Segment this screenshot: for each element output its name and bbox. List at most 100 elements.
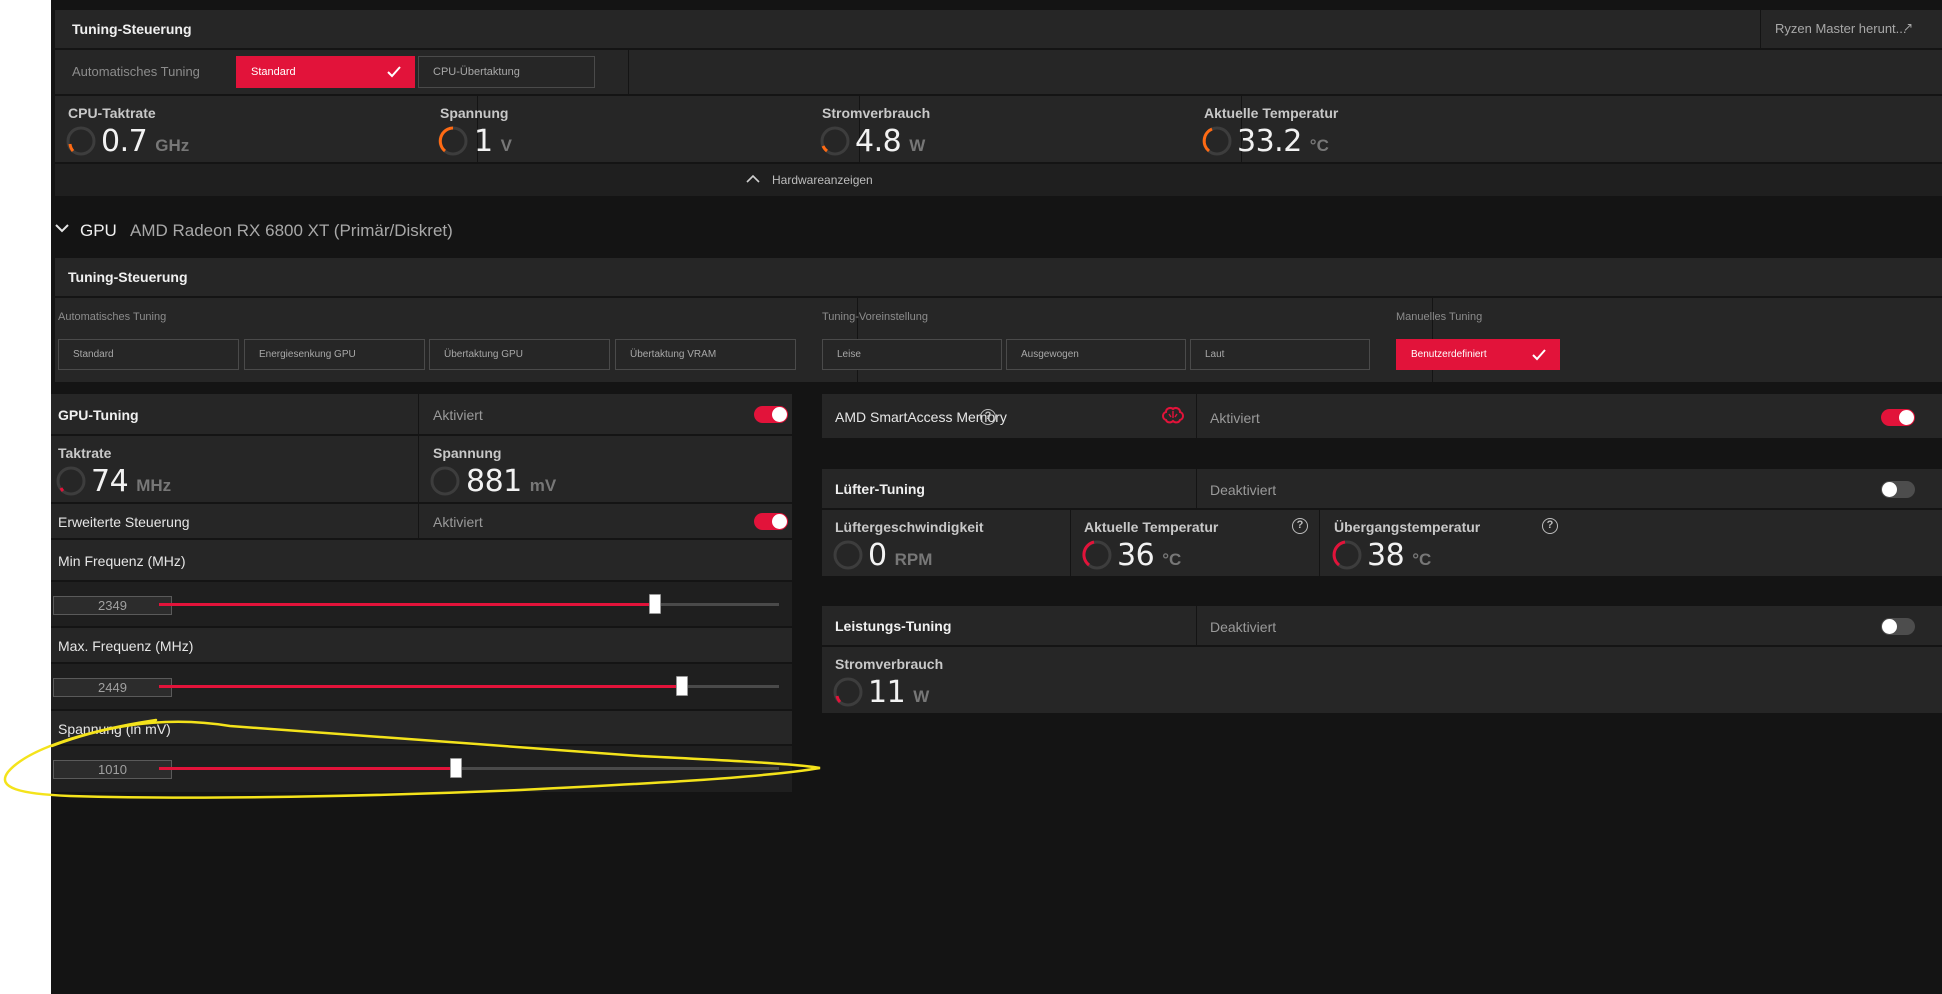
hardware-display-label: Hardwareanzeigen — [772, 173, 873, 187]
help-icon[interactable]: ? — [980, 409, 996, 425]
voltage-slider[interactable] — [159, 758, 779, 778]
gpu-temp-value: 36 °C — [1117, 538, 1181, 573]
preset-loud-button[interactable]: Laut — [1190, 339, 1370, 370]
junction-temp-unit: °C — [1412, 550, 1432, 569]
gpu-standard-label: Standard — [73, 349, 114, 360]
gpu-power-value: 11 W — [868, 675, 929, 710]
cpu-overclock-button[interactable]: CPU-Übertaktung — [418, 56, 595, 88]
cpu-tuning-title: Tuning-Steuerung — [72, 21, 192, 37]
advanced-control-status: Aktiviert — [433, 514, 483, 530]
min-frequency-input[interactable]: 2349 — [53, 596, 172, 615]
gpu-temp-number: 36 — [1117, 538, 1155, 573]
cpu-voltage-label: Spannung — [440, 105, 509, 121]
gpu-tuning-header: Tuning-Steuerung — [55, 258, 1942, 296]
slider-thumb[interactable] — [649, 594, 661, 614]
cpu-metrics-row — [55, 96, 1942, 162]
cpu-voltage-value: 1 V — [474, 124, 512, 159]
power-metrics-row: Stromverbrauch 11 W — [822, 647, 1942, 713]
gpu-voltage-unit: mV — [529, 476, 557, 495]
radeon-software-window: Tuning-Steuerung Ryzen Master herunt... … — [51, 0, 1942, 994]
ryzen-master-download-link[interactable]: Ryzen Master herunt... ↗ — [1761, 10, 1942, 48]
gpu-tuning-title: Tuning-Steuerung — [68, 269, 188, 285]
cpu-power-unit: W — [909, 136, 926, 155]
divider — [1196, 469, 1197, 508]
cpu-standard-button[interactable]: Standard — [236, 56, 415, 88]
min-frequency-label-row: Min Frequenz (MHz) — [51, 540, 792, 580]
toggle-knob — [1899, 410, 1914, 425]
max-frequency-input[interactable]: 2449 — [53, 678, 172, 697]
cpu-voltage-number: 1 — [474, 124, 493, 159]
gpu-overclock-button[interactable]: Übertaktung GPU — [429, 339, 610, 370]
gauge-icon — [833, 677, 863, 707]
divider — [1070, 510, 1071, 576]
preset-loud-label: Laut — [1205, 349, 1225, 360]
toggle-knob — [1882, 619, 1897, 634]
help-icon[interactable]: ? — [1542, 518, 1558, 534]
power-tuning-toggle[interactable] — [1881, 618, 1915, 635]
checkmark-icon — [387, 66, 401, 78]
power-tuning-title: Leistungs-Tuning — [835, 618, 952, 634]
advanced-control-toggle[interactable] — [754, 513, 788, 530]
fan-speed-number: 0 — [868, 538, 887, 573]
cpu-temp-unit: °C — [1309, 136, 1329, 155]
gpu-voltage-value: 881 mV — [466, 464, 556, 499]
max-frequency-label-row: Max. Frequenz (MHz) — [51, 628, 792, 662]
fan-tuning-toggle[interactable] — [1881, 481, 1915, 498]
preset-quiet-button[interactable]: Leise — [822, 339, 1002, 370]
ryzen-master-link-label: Ryzen Master herunt... — [1775, 21, 1907, 36]
divider — [418, 436, 419, 502]
smart-access-memory-toggle[interactable] — [1881, 409, 1915, 426]
gpu-tuning-status: Aktiviert — [433, 407, 483, 423]
brain-icon — [1162, 407, 1184, 424]
min-frequency-slider-row: 2349 — [51, 582, 792, 626]
cpu-power-number: 4.8 — [855, 124, 902, 159]
cpu-temp-label: Aktuelle Temperatur — [1204, 105, 1339, 121]
gauge-icon — [66, 126, 96, 156]
cpu-auto-tuning-row: Automatisches Tuning Standard CPU-Überta… — [55, 50, 1942, 94]
gpu-clock-value: 74 MHz — [91, 464, 171, 499]
tuning-preset-label: Tuning-Voreinstellung — [822, 311, 928, 323]
gauge-icon — [833, 540, 863, 570]
slider-thumb[interactable] — [450, 758, 462, 778]
gpu-section-header[interactable]: GPU AMD Radeon RX 6800 XT (Primär/Diskre… — [55, 212, 655, 248]
fan-tuning-title: Lüfter-Tuning — [835, 481, 925, 497]
cpu-power-value: 4.8 W — [855, 124, 925, 159]
gpu-standard-button[interactable]: Standard — [58, 339, 239, 370]
toggle-knob — [772, 407, 787, 422]
manual-tuning-label: Manuelles Tuning — [1396, 311, 1483, 323]
max-frequency-slider[interactable] — [159, 676, 779, 696]
gauge-icon — [1202, 126, 1232, 156]
gpu-tuning-label: GPU-Tuning — [58, 407, 139, 423]
voltage-input[interactable]: 1010 — [53, 760, 172, 779]
vram-overclock-button[interactable]: Übertaktung VRAM — [615, 339, 796, 370]
gpu-overclock-label: Übertaktung GPU — [444, 349, 523, 360]
preset-quiet-label: Leise — [837, 349, 861, 360]
cpu-standard-label: Standard — [251, 66, 296, 78]
gpu-power-number: 11 — [868, 675, 906, 710]
cpu-clock-unit: GHz — [155, 136, 190, 155]
fan-tuning-status: Deaktiviert — [1210, 482, 1277, 498]
preset-balanced-label: Ausgewogen — [1021, 349, 1079, 360]
divider — [1196, 606, 1197, 645]
gpu-power-save-button[interactable]: Energiesenkung GPU — [244, 339, 425, 370]
cpu-power-label: Stromverbrauch — [822, 105, 931, 121]
slider-fill — [159, 685, 682, 688]
preset-balanced-button[interactable]: Ausgewogen — [1006, 339, 1186, 370]
gpu-voltage-label: Spannung — [433, 445, 502, 461]
gpu-tuning-toggle[interactable] — [754, 406, 788, 423]
checkmark-icon — [1532, 349, 1546, 361]
slider-thumb[interactable] — [676, 676, 688, 696]
custom-tuning-button[interactable]: Benutzerdefiniert — [1396, 339, 1560, 370]
cpu-auto-tuning-label: Automatisches Tuning — [72, 64, 200, 79]
voltage-slider-label: Spannung (in mV) — [58, 721, 171, 737]
help-icon[interactable]: ? — [1292, 518, 1308, 534]
hardware-display-toggle[interactable]: Hardwareanzeigen — [55, 164, 1942, 196]
gpu-power-label: Stromverbrauch — [835, 656, 944, 672]
cpu-clock-number: 0.7 — [101, 124, 148, 159]
gauge-icon — [438, 126, 468, 156]
junction-temp-label: Übergangstemperatur — [1334, 519, 1481, 535]
gpu-temp-unit: °C — [1162, 550, 1182, 569]
gpu-auto-tuning-label: Automatisches Tuning — [58, 311, 167, 323]
fan-tuning-row: Lüfter-Tuning — [822, 469, 1942, 508]
min-frequency-slider[interactable] — [159, 594, 779, 614]
